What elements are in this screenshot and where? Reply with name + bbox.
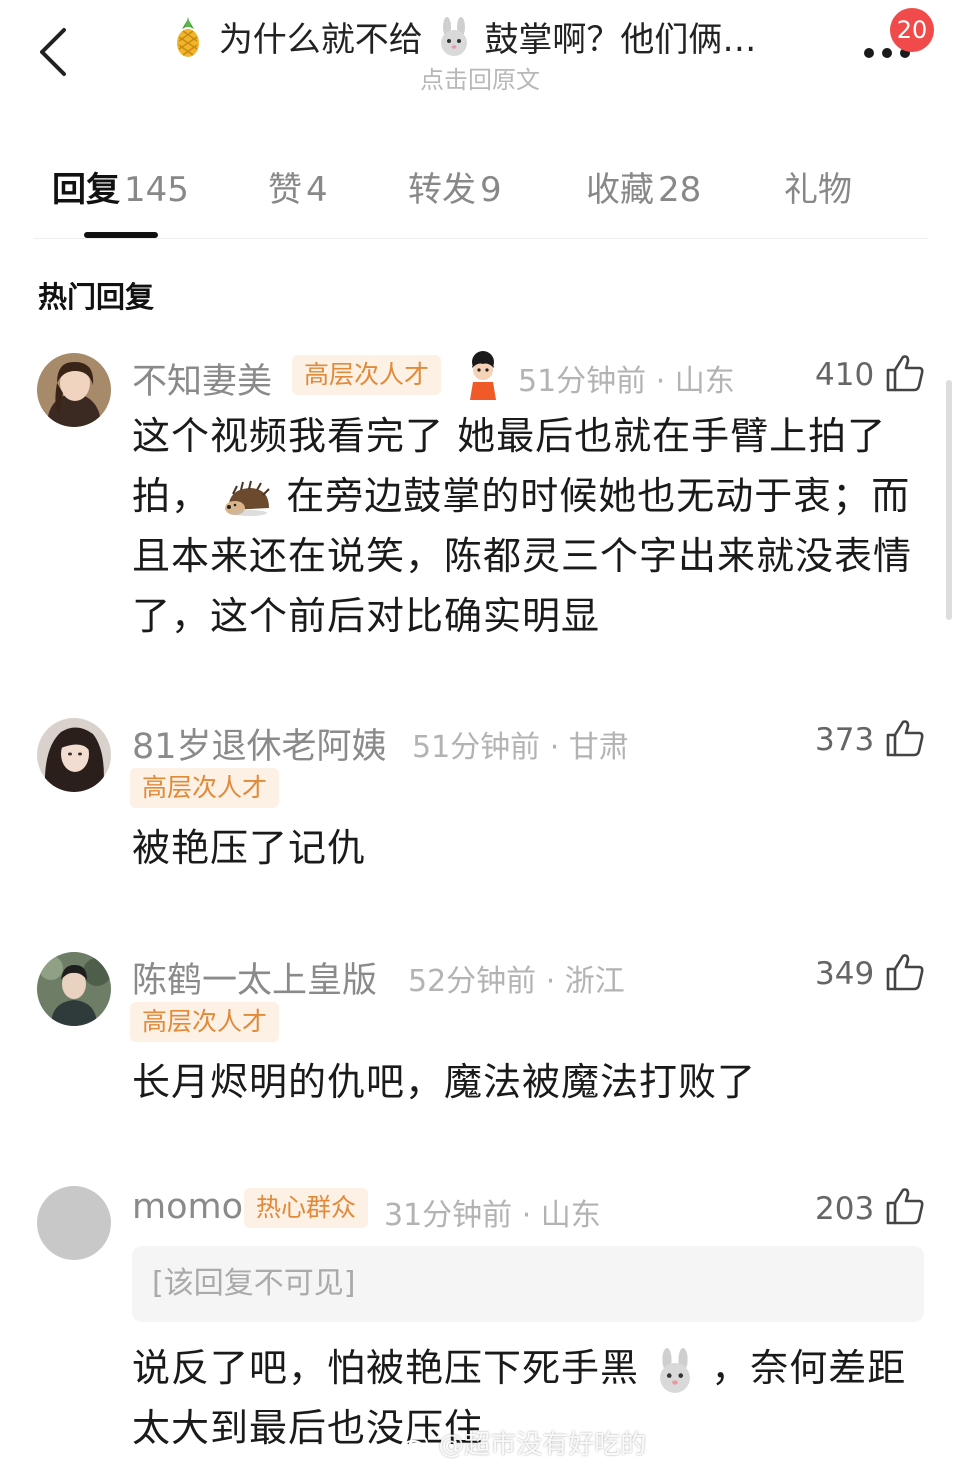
tab-count: 28 (658, 170, 702, 210)
meta-separator: · (646, 364, 675, 399)
tab-likes[interactable]: 赞4 (268, 162, 328, 211)
watermark-text: @超市没有好吃的 (438, 1430, 647, 1460)
like-count: 203 (815, 1191, 875, 1227)
more-dot-icon (864, 48, 874, 58)
divider (34, 238, 928, 239)
comment-text: 被艳压了记仇 (132, 826, 367, 870)
section-title: 热门回复 (38, 280, 155, 314)
hedgehog-icon (225, 480, 270, 516)
avatar[interactable] (37, 1186, 111, 1260)
avatar[interactable] (37, 952, 111, 1026)
user-tag: 高层次人才 (130, 768, 280, 808)
meta-separator: · (536, 964, 565, 999)
tab-count: 9 (480, 170, 502, 210)
comment-text: 这个视频我看完了 她最后也就在手臂上拍了拍， 在旁边鼓掌的时候她也无动于衷；而且… (132, 406, 922, 646)
comment-item: 不知妻美 高层次人才 51分钟前 · 山东 410 这个视频我看完了 她最后也就… (0, 350, 960, 650)
rabbit-icon (440, 16, 467, 56)
comment-location: 山东 (540, 1198, 601, 1233)
thumbs-up-icon[interactable] (884, 1185, 926, 1227)
tab-reposts[interactable]: 转发 9 (408, 162, 502, 211)
tab-replies[interactable]: 回复 145 (52, 162, 189, 211)
tab-count: 4 (306, 170, 328, 210)
post-title[interactable]: 为什么就不给 鼓掌啊？他们俩… (168, 12, 808, 61)
meta-separator: · (540, 730, 569, 765)
comment-meta: 51分钟前 · 甘肃 (412, 722, 629, 766)
comment-time: 31分钟前 (384, 1198, 513, 1233)
rabbit-icon (660, 1347, 691, 1393)
tab-favorites[interactable]: 收藏 28 (586, 162, 701, 211)
comment-text: 长月烬明的仇吧，魔法被魔法打败了 (132, 1060, 757, 1104)
notification-badge: 20 (890, 8, 934, 52)
comment-time: 51分钟前 (412, 730, 541, 765)
thumbs-up-icon[interactable] (884, 352, 926, 394)
tab-label: 赞 (268, 170, 302, 210)
tab-label: 收藏 (586, 170, 654, 210)
comment-meta: 52分钟前 · 浙江 (408, 956, 625, 1000)
comment-location: 甘肃 (568, 730, 629, 765)
tab-label: 回复 (52, 170, 120, 210)
username[interactable]: 不知妻美 (132, 353, 272, 404)
comment-text-part1: 说反了吧，怕被艳压下死手黑 (132, 1346, 640, 1390)
username[interactable]: 陈鹤一太上皇版 (132, 952, 377, 1003)
pineapple-icon (177, 16, 199, 57)
user-tag: 高层次人才 (292, 355, 442, 395)
comment-meta: 51分钟前 · 山东 (518, 356, 735, 400)
weibo-logo-icon (401, 1435, 428, 1458)
hidden-reply-quote: [该回复不可见] (132, 1246, 924, 1322)
comment-location: 浙江 (564, 964, 625, 999)
like-count: 373 (815, 722, 875, 758)
username[interactable]: momo (132, 1187, 243, 1227)
like-count: 349 (815, 956, 875, 992)
cartoon-girl-icon (470, 351, 496, 400)
avatar[interactable] (37, 353, 111, 427)
thumbs-up-icon[interactable] (884, 717, 926, 759)
tab-count: 145 (124, 170, 189, 210)
avatar[interactable] (37, 718, 111, 792)
watermark: @超市没有好吃的 (400, 1424, 646, 1461)
meta-separator: · (512, 1198, 541, 1233)
title-text-part1: 为什么就不给 (218, 20, 423, 60)
title-text-part2: 鼓掌啊？他们俩… (484, 20, 757, 60)
comment-item: 81岁退休老阿姨 51分钟前 · 甘肃 373 高层次人才 被艳压了记仇 (0, 716, 960, 876)
thumbs-up-icon[interactable] (884, 951, 926, 993)
top-bar: 为什么就不给 鼓掌啊？他们俩… 点击回原文 20 (0, 0, 960, 110)
view-original-link[interactable]: 点击回原文 (0, 60, 960, 95)
tab-label: 转发 (408, 170, 476, 210)
comment-time: 52分钟前 (408, 964, 537, 999)
user-tag: 高层次人才 (130, 1002, 280, 1042)
tab-label: 礼物 (784, 170, 852, 210)
like-count: 410 (815, 357, 875, 393)
username[interactable]: 81岁退休老阿姨 (132, 718, 387, 769)
comment-time: 51分钟前 (518, 364, 647, 399)
tab-bar: 回复 145 赞4 转发 9 收藏 28 礼物 (0, 150, 960, 240)
comment-location: 山东 (674, 364, 735, 399)
tab-gifts[interactable]: 礼物 (784, 162, 852, 211)
comment-item: 陈鹤一太上皇版 52分钟前 · 浙江 349 高层次人才 长月烬明的仇吧，魔法被… (0, 950, 960, 1110)
comment-meta: 31分钟前 · 山东 (384, 1190, 601, 1234)
more-dot-icon (882, 48, 892, 58)
user-tag: 热心群众 (244, 1188, 369, 1228)
